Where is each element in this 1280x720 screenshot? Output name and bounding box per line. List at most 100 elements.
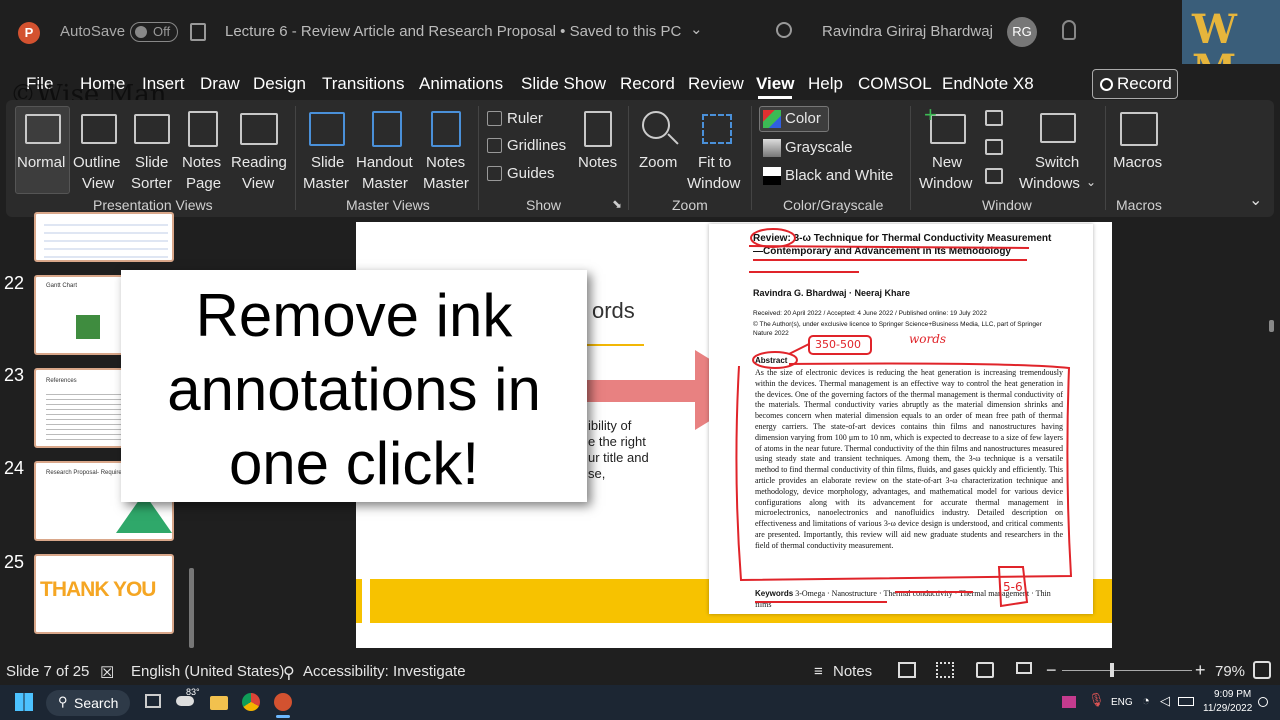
ruler-checkbox[interactable] [487, 111, 502, 126]
tab-record[interactable]: Record [620, 74, 675, 94]
color-label[interactable]: Color [785, 108, 821, 129]
record-button[interactable]: Record [1092, 69, 1178, 99]
record-button-label: Record [1117, 74, 1172, 93]
volume-icon[interactable]: ◁ [1160, 693, 1170, 709]
macros-label[interactable]: Macros [1113, 152, 1162, 173]
guides-label[interactable]: Guides [507, 163, 555, 184]
tab-draw[interactable]: Draw [200, 74, 240, 94]
battery-icon[interactable] [1178, 697, 1194, 706]
notifications-icon[interactable] [1258, 697, 1268, 707]
paper-image[interactable]: Review: 3-ω Technique for Thermal Conduc… [709, 224, 1093, 614]
input-language[interactable]: ENG [1111, 697, 1133, 708]
accessibility-status[interactable]: Accessibility: Investigate [303, 663, 466, 680]
collapse-ribbon-icon[interactable]: ⌄ [1249, 190, 1262, 210]
slide-heading[interactable]: ords [592, 298, 635, 324]
user-name[interactable]: Ravindra Giriraj Bhardwaj [822, 23, 993, 40]
notes-icon[interactable]: ≡ [814, 663, 823, 680]
search-icon[interactable] [776, 22, 792, 38]
fit-slide-icon[interactable] [1253, 661, 1271, 679]
tray-app-icon[interactable] [1062, 696, 1076, 708]
black-white-label[interactable]: Black and White [785, 165, 893, 186]
switch-windows-label[interactable]: Switch [1035, 152, 1079, 173]
accessibility-icon[interactable]: ⚲ [283, 663, 295, 683]
reading-view-label-2[interactable]: View [242, 173, 274, 194]
handout-master-label[interactable]: Handout [356, 152, 413, 173]
zoom-out-button[interactable]: − [1046, 660, 1057, 681]
switch-windows-label-2[interactable]: Windows [1019, 173, 1080, 194]
notes-toggle[interactable]: Notes [833, 663, 872, 680]
clock-date[interactable]: 11/29/2022 [1203, 703, 1252, 714]
notes-page-label[interactable]: Notes [182, 152, 221, 173]
reading-view-label[interactable]: Reading [231, 152, 287, 173]
new-window-label[interactable]: New [932, 152, 962, 173]
slide-body-line[interactable]: se, [588, 466, 605, 481]
tab-review[interactable]: Review [688, 74, 744, 94]
file-explorer-icon[interactable] [210, 696, 228, 710]
fit-to-window-label[interactable]: Fit to [698, 152, 731, 173]
document-title[interactable]: Lecture 6 - Review Article and Research … [225, 23, 681, 40]
move-split-icon[interactable] [985, 168, 1003, 184]
wifi-icon[interactable]: ◔ [1142, 693, 1150, 708]
arrange-all-icon[interactable] [985, 110, 1003, 126]
outline-view-label-2[interactable]: View [82, 173, 114, 194]
outline-view-label[interactable]: Outline [73, 152, 121, 173]
chevron-down-icon[interactable]: ⌄ [1086, 175, 1096, 189]
slide-sorter-label[interactable]: Slide [135, 152, 168, 173]
zoom-slider-thumb[interactable] [1110, 663, 1114, 677]
new-window-label-2[interactable]: Window [919, 173, 972, 194]
zoom-in-button[interactable]: + [1195, 660, 1206, 681]
chrome-icon[interactable] [242, 693, 260, 711]
save-icon[interactable] [190, 23, 206, 41]
spellcheck-icon[interactable]: ☒ [100, 663, 114, 683]
slideshow-status-icon[interactable] [1016, 662, 1032, 674]
slide-sorter-status-icon[interactable] [936, 662, 954, 678]
tab-endnote[interactable]: EndNote X8 [942, 74, 1034, 94]
windows-start-icon[interactable] [15, 693, 33, 711]
cascade-icon[interactable] [985, 139, 1003, 155]
tab-design[interactable]: Design [253, 74, 306, 94]
tab-slide-show[interactable]: Slide Show [521, 74, 606, 94]
zoom-level[interactable]: 79% [1215, 663, 1245, 680]
zoom-slider-track[interactable] [1062, 670, 1192, 671]
dialog-launcher-icon[interactable]: ⬊ [612, 197, 622, 211]
notes-page-label-2[interactable]: Page [186, 173, 221, 194]
normal-view-status-icon[interactable] [898, 662, 916, 678]
thumbnail-scrollbar[interactable] [189, 568, 194, 648]
powerpoint-taskbar-icon[interactable] [274, 693, 292, 711]
grayscale-label[interactable]: Grayscale [785, 137, 853, 158]
slide-sorter-label-2[interactable]: Sorter [131, 173, 172, 194]
reading-view-status-icon[interactable] [976, 662, 994, 678]
slide-master-label-2[interactable]: Master [303, 173, 349, 194]
slide-thumbnail-25[interactable]: THANK YOU [34, 554, 174, 634]
slide-master-label[interactable]: Slide [311, 152, 344, 173]
weather-temp[interactable]: 83° [186, 687, 200, 697]
weather-icon[interactable] [176, 696, 194, 706]
notes-master-label-2[interactable]: Master [423, 173, 469, 194]
guides-checkbox[interactable] [487, 166, 502, 181]
slide-thumbnail-21[interactable] [34, 212, 174, 262]
fit-to-window-label-2[interactable]: Window [687, 173, 740, 194]
clock-time[interactable]: 9:09 PM [1214, 689, 1251, 700]
task-view-icon[interactable] [145, 694, 161, 708]
language-status[interactable]: English (United States) [131, 663, 284, 680]
tab-transitions[interactable]: Transitions [322, 74, 405, 94]
slide-body-line[interactable]: ur title and [588, 450, 649, 465]
canvas-scrollbar[interactable] [1269, 320, 1274, 332]
ruler-label[interactable]: Ruler [507, 108, 543, 129]
avatar[interactable]: RG [1007, 17, 1037, 47]
microphone-icon[interactable]: 🎙︎ [1088, 692, 1105, 708]
tab-view[interactable]: View [756, 74, 794, 94]
lightbulb-icon[interactable] [1062, 20, 1076, 40]
zoom-button-label[interactable]: Zoom [639, 152, 677, 173]
tab-comsol[interactable]: COMSOL [858, 74, 932, 94]
notes-master-label[interactable]: Notes [426, 152, 465, 173]
notes-button-label[interactable]: Notes [578, 152, 617, 173]
tab-help[interactable]: Help [808, 74, 843, 94]
taskbar-search-box[interactable]: ⚲ Search [46, 690, 130, 716]
autosave-toggle[interactable]: Off [130, 22, 178, 42]
handout-master-label-2[interactable]: Master [362, 173, 408, 194]
tab-animations[interactable]: Animations [419, 74, 503, 94]
gridlines-label[interactable]: Gridlines [507, 135, 566, 156]
gridlines-checkbox[interactable] [487, 138, 502, 153]
chevron-down-icon[interactable]: ⌄ [690, 20, 703, 38]
